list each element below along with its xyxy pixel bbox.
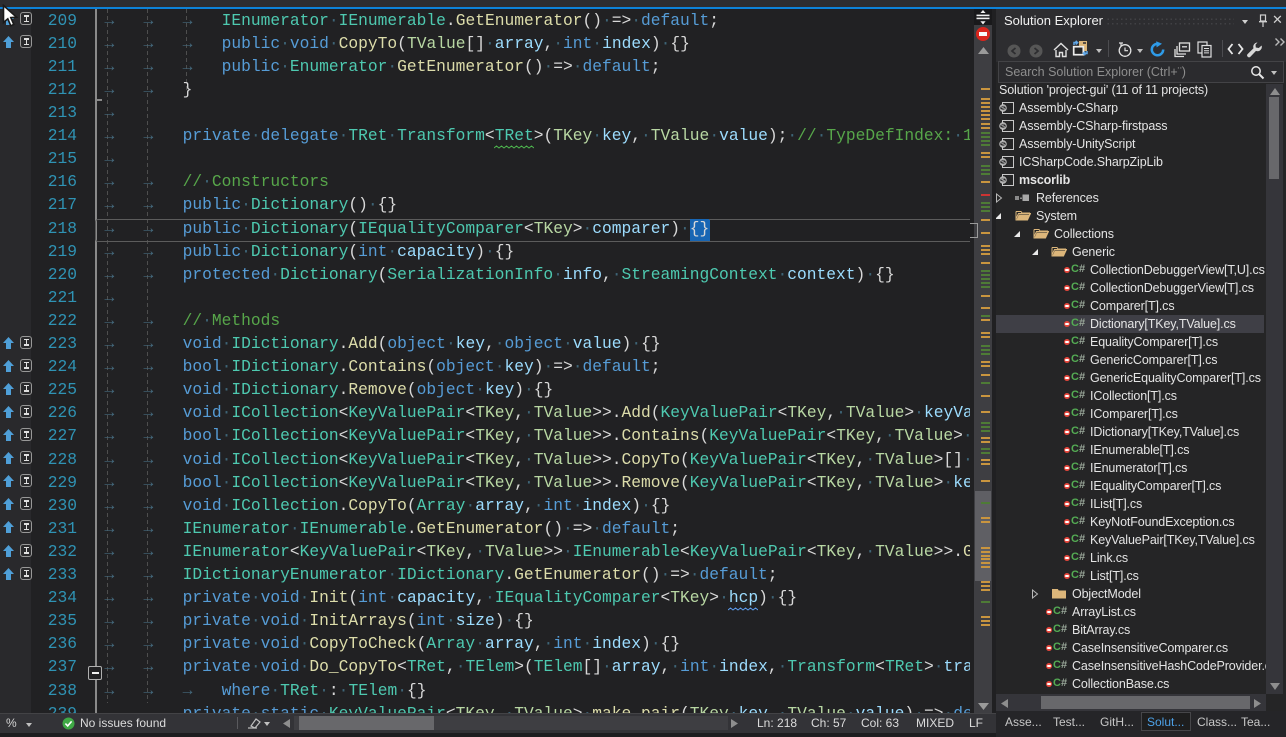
svg-text:$: $ [1001, 141, 1005, 148]
svg-text:$: $ [1001, 123, 1005, 130]
svg-text:$: $ [1001, 105, 1005, 112]
svg-text:$: $ [1001, 159, 1005, 166]
svg-text:$: $ [1001, 177, 1005, 184]
